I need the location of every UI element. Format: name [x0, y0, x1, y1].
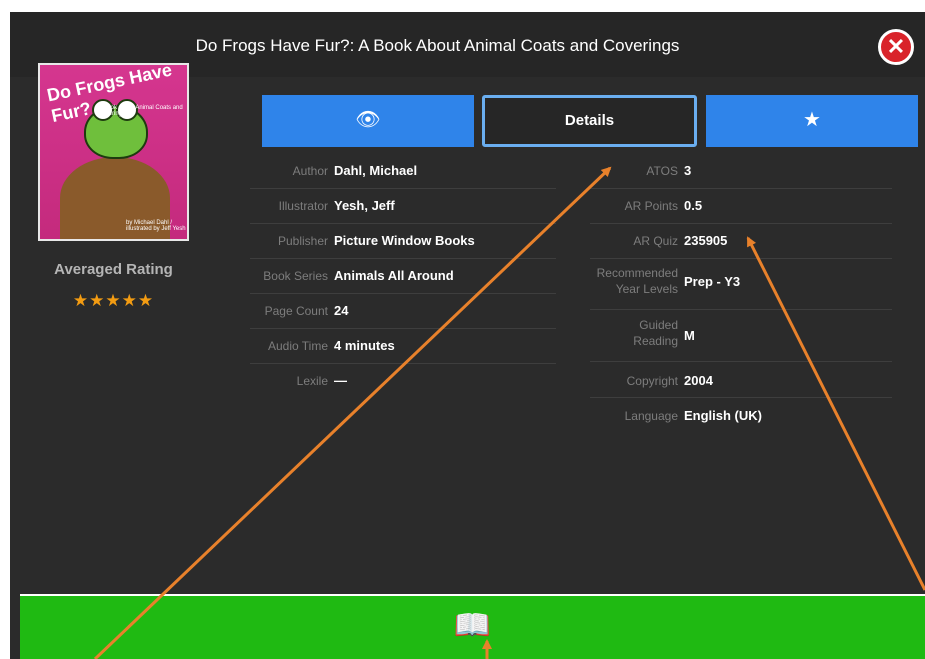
author-label: Author — [292, 164, 328, 178]
row-divider — [250, 258, 556, 259]
read-book-button[interactable]: 📖 — [20, 594, 925, 659]
copyright-label: Copyright — [626, 374, 678, 388]
lexile-label: Lexile — [296, 374, 328, 388]
ar-points-label: AR Points — [624, 199, 678, 213]
row-divider — [590, 188, 892, 189]
ar-quiz-value: 235905 — [684, 233, 728, 248]
row-divider — [250, 293, 556, 294]
publisher-label: Publisher — [277, 234, 328, 248]
tab-preview[interactable]: 👁 — [262, 95, 474, 147]
language-value: English (UK) — [684, 408, 762, 423]
page-count-label: Page Count — [264, 304, 328, 318]
row-divider — [250, 188, 556, 189]
eye-icon: 👁 — [355, 109, 381, 131]
row-divider — [590, 361, 892, 362]
cover-credit: by Michael Dahl / illustrated by Jeff Ye… — [126, 220, 186, 232]
book-series-label: Book Series — [263, 269, 328, 283]
row-divider — [590, 258, 892, 259]
audio-time-label: Audio Time — [267, 339, 328, 353]
atos-label: ATOS — [646, 164, 678, 178]
recommended-year-levels-label-line1: Recommended — [596, 266, 678, 280]
book-details-modal: Do Frogs Have Fur?: A Book About Animal … — [10, 12, 925, 659]
guided-reading-value: M — [684, 328, 695, 343]
close-button[interactable]: ✕ — [878, 29, 914, 65]
row-divider — [250, 363, 556, 364]
illustrator-value: Yesh, Jeff — [334, 198, 395, 213]
audio-time-value: 4 minutes — [334, 338, 395, 353]
lexile-value: — — [334, 373, 347, 388]
ar-quiz-label: AR Quiz — [633, 234, 678, 248]
close-icon: ✕ — [886, 34, 906, 59]
guided-reading-label-line1: Guided — [639, 318, 678, 332]
recommended-year-levels-value: Prep - Y3 — [684, 274, 741, 289]
open-book-icon: 📖 — [453, 609, 492, 642]
tab-favourite[interactable]: ★ — [706, 95, 918, 147]
cover-subtitle: A Book About Animal Coats and Coverings — [98, 105, 183, 117]
book-cover: Do Frogs Have Fur? A Book About Animal C… — [38, 63, 189, 241]
book-series-value: Animals All Around — [334, 268, 454, 283]
row-divider — [250, 328, 556, 329]
book-title: Do Frogs Have Fur?: A Book About Animal … — [195, 36, 680, 55]
recommended-year-levels-label-line2: Year Levels — [615, 282, 678, 296]
guided-reading-label-line2: Reading — [633, 334, 678, 348]
row-divider — [590, 223, 892, 224]
averaged-rating-label: Averaged Rating — [54, 261, 173, 278]
ar-points-value: 0.5 — [684, 198, 703, 213]
page-count-value: 24 — [334, 303, 349, 318]
row-divider — [590, 309, 892, 310]
star-rating: ★★★★★ — [72, 291, 155, 310]
row-divider — [590, 397, 892, 398]
atos-value: 3 — [684, 163, 692, 178]
publisher-value: Picture Window Books — [334, 233, 475, 248]
illustrator-label: Illustrator — [278, 199, 328, 213]
tab-details[interactable]: Details — [482, 95, 697, 147]
language-label: Language — [624, 409, 678, 423]
copyright-value: 2004 — [684, 373, 713, 388]
star-icon: ★ — [803, 109, 821, 131]
row-divider — [250, 223, 556, 224]
author-value: Dahl, Michael — [334, 163, 418, 178]
